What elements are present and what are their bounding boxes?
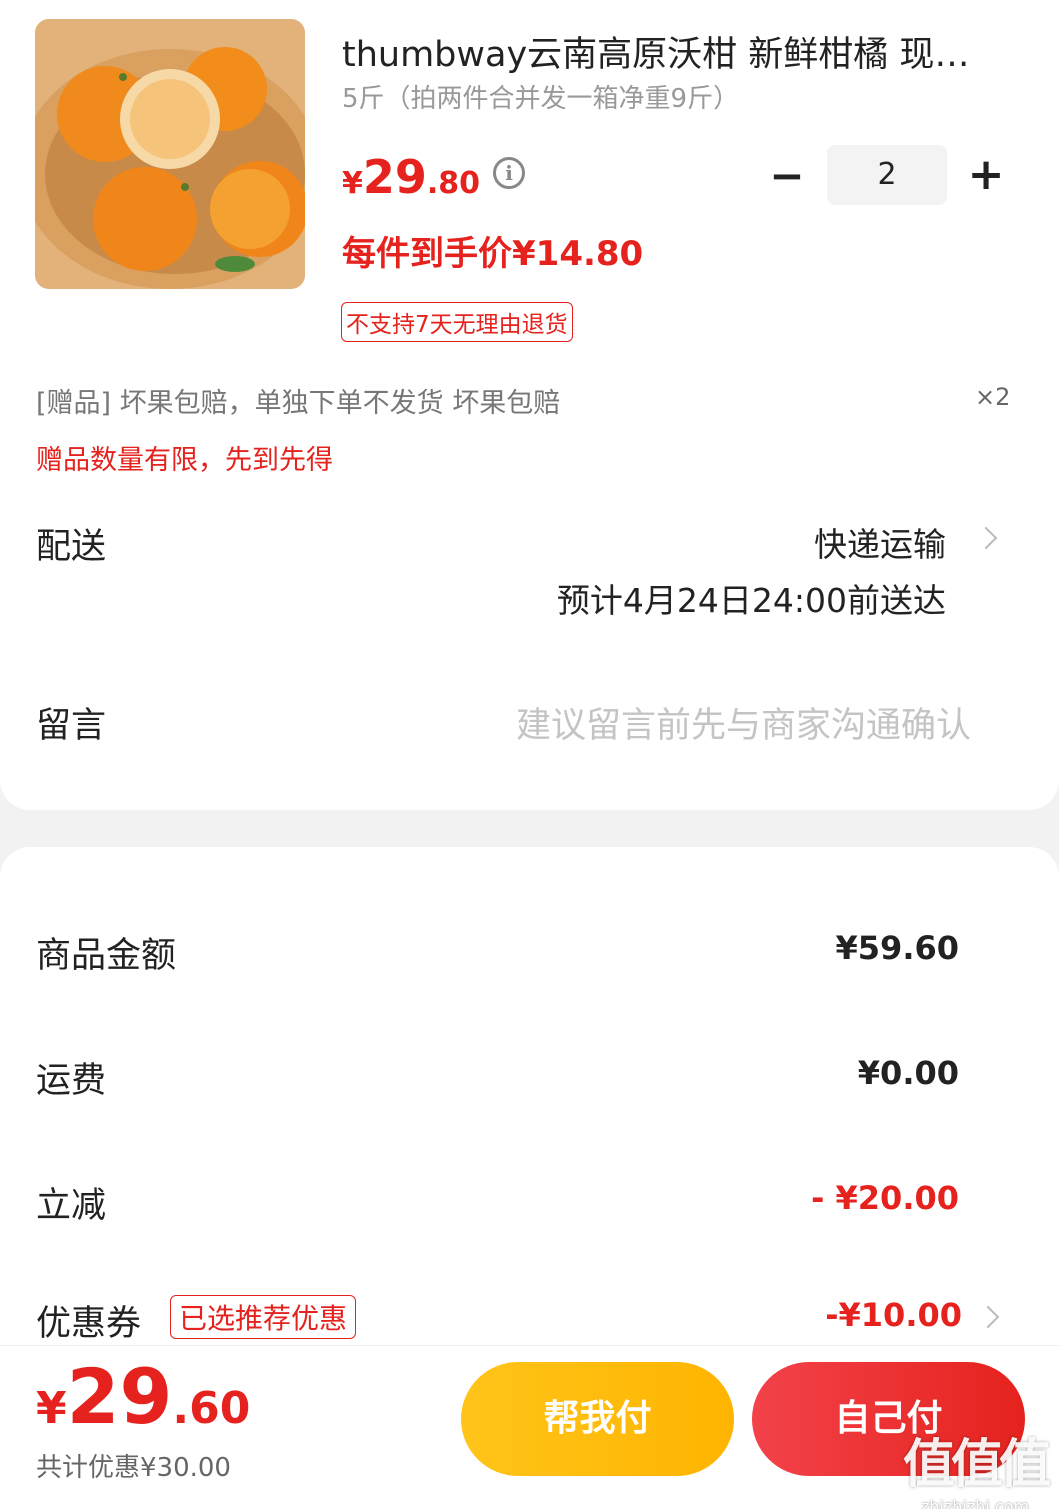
product-image[interactable] [35, 19, 305, 289]
total-currency: ¥ [36, 1383, 67, 1434]
shipping-fee-label: 运费 [36, 1061, 107, 1101]
watermark-logo: 值值值 zhizhizhi.com [902, 1422, 1051, 1509]
goods-amount-value: ¥59.60 [835, 929, 959, 967]
coupon-tag[interactable]: 已选推荐优惠 [170, 1295, 357, 1339]
watermark-url: zhizhizhi.com [920, 1497, 1030, 1509]
discount-label: 立减 [36, 1186, 107, 1226]
gift-item: [赠品] 坏果包赔，单独下单不发货 坏果包赔 [36, 388, 561, 419]
price-integer: 29 [362, 150, 427, 204]
coupon-label: 优惠券 [36, 1304, 142, 1344]
price-decimal: .80 [426, 166, 481, 201]
coupon-value[interactable]: -¥10.00 [825, 1296, 962, 1334]
price-currency: ¥ [342, 166, 363, 201]
shipping-label: 配送 [36, 527, 107, 567]
shipping-eta: 预计4月24日24:00前送达 [556, 581, 946, 620]
total-price: ¥29.60 [36, 1352, 250, 1441]
order-card: thumbway云南高原沃柑 新鲜柑橘 现摘当季时令水果 5斤（拍两件合并发一箱… [0, 0, 1059, 810]
shipping-method[interactable]: 快递运输 [814, 518, 946, 566]
gift-note: 赠品数量有限，先到先得 [36, 445, 333, 476]
return-policy-badge: 不支持7天无理由退货 [341, 302, 573, 342]
chevron-right-icon[interactable] [974, 526, 998, 550]
watermark-text: 值值值 [902, 1435, 1051, 1495]
shipping-fee-value: ¥0.00 [857, 1054, 959, 1092]
message-input[interactable]: 建议留言前先与商家沟通确认 [516, 697, 971, 748]
total-decimal: .60 [172, 1383, 251, 1434]
quantity-minus-button[interactable]: − [768, 155, 806, 197]
total-integer: 29 [66, 1352, 173, 1441]
message-label: 留言 [36, 706, 107, 746]
quantity-input[interactable]: 2 [827, 145, 947, 205]
gift-count: ×2 [975, 383, 1011, 411]
product-title[interactable]: thumbway云南高原沃柑 新鲜柑橘 现摘当季时令水果 [342, 26, 992, 77]
orange-image [35, 19, 305, 289]
discount-value: - ¥20.00 [811, 1179, 959, 1217]
info-icon[interactable]: i [493, 157, 525, 189]
help-pay-button[interactable]: 帮我付 [461, 1362, 734, 1476]
per-item-price: 每件到手价¥14.80 [342, 234, 644, 274]
product-spec[interactable]: 5斤（拍两件合并发一箱净重9斤） [342, 78, 739, 115]
goods-amount-label: 商品金额 [36, 936, 177, 976]
unit-price: ¥29.80 [342, 150, 480, 204]
quantity-plus-button[interactable]: + [966, 153, 1006, 197]
total-savings: 共计优惠¥30.00 [36, 1453, 231, 1483]
